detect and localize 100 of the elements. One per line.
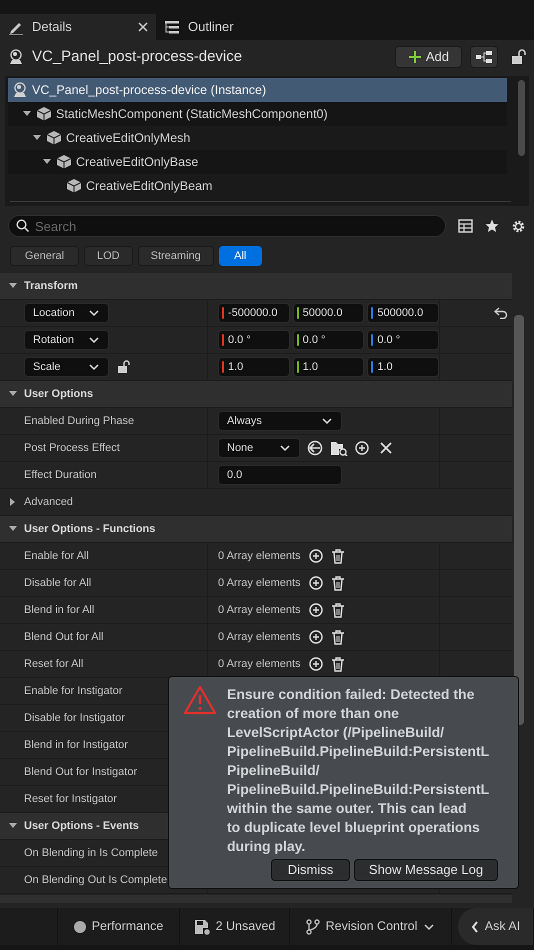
trash-icon[interactable]	[330, 656, 345, 672]
transform-mode-dropdown[interactable]: Scale	[24, 357, 109, 377]
property-label: Reset for All	[24, 656, 84, 672]
settings-icon[interactable]	[511, 218, 526, 234]
array-count: 0 Array elements	[218, 602, 301, 618]
search-icon	[16, 219, 29, 232]
lock-icon[interactable]	[510, 49, 526, 65]
array-count: 0 Array elements	[218, 576, 301, 591]
close-icon[interactable]	[138, 22, 148, 32]
section-header[interactable]: User Options	[0, 381, 512, 408]
array-count: 0 Array elements	[218, 548, 301, 564]
asset-picker[interactable]: None	[218, 438, 300, 458]
tree-label: CreativeEditOnlyBase	[76, 154, 198, 171]
property-label: Disable for Instigator	[24, 710, 125, 726]
caret-icon	[423, 922, 436, 932]
chevron-down-icon	[88, 308, 100, 318]
chevron-down-icon	[88, 362, 100, 372]
status-bar-button[interactable]: Revision Control	[290, 908, 452, 945]
chevron-down-icon	[321, 416, 333, 426]
number-field[interactable]: 0.0 °	[218, 330, 290, 350]
transform-mode-dropdown[interactable]: Rotation	[24, 330, 109, 350]
panel-tab[interactable]: Outliner	[156, 14, 256, 40]
status-bar-button[interactable]: Ask AI	[458, 908, 534, 945]
list-icon	[164, 19, 180, 35]
property-label: Blend Out for Instigator	[24, 764, 138, 780]
scrollbar-thumb[interactable]	[518, 80, 525, 156]
dropdown-field[interactable]: Always	[218, 411, 342, 431]
property-label: On Blending in Is Complete	[24, 846, 158, 861]
table-icon[interactable]	[458, 219, 473, 233]
toast-button[interactable]: Dismiss	[271, 859, 350, 881]
status-bar-button[interactable]: Performance	[58, 908, 180, 945]
toast-button[interactable]: Show Message Log	[354, 859, 498, 881]
tree-row[interactable]: VC_Panel_post-process-device (Instance)	[8, 78, 507, 102]
add-icon[interactable]	[308, 576, 323, 590]
add-button[interactable]: Add	[394, 46, 462, 68]
actor-name: VC_Panel_post-process-device	[32, 46, 244, 67]
star-icon[interactable]	[485, 219, 499, 233]
add-icon[interactable]	[308, 549, 323, 563]
filter-tab[interactable]: Streaming	[138, 246, 214, 266]
number-field[interactable]: 1.0	[292, 357, 364, 377]
transform-mode-dropdown[interactable]: Location	[24, 303, 109, 323]
plus-icon	[408, 50, 422, 64]
notification-message: Ensure condition failed: Detected the creation of more than one LevelScriptActor (/PipelineBuild/ PipelineBuild.PipelineBuild:PersistentL PipelineBuild/ PipelineBuild.PipelineBuild:PersistentL within the same outer. This can lead to duplicate level blueprint operations during play.	[227, 685, 490, 856]
number-field[interactable]: 0.0	[218, 465, 342, 485]
number-field[interactable]: -500000.0	[218, 303, 290, 323]
array-count: 0 Array elements	[218, 630, 301, 645]
section-header[interactable]: User Options - Functions	[0, 516, 512, 543]
add-icon[interactable]	[308, 603, 323, 617]
actor-icon	[12, 82, 28, 98]
add-icon[interactable]	[355, 441, 369, 455]
number-field[interactable]: 1.0	[218, 357, 290, 377]
trash-icon[interactable]	[330, 630, 345, 644]
number-field[interactable]: 500000.0	[367, 303, 440, 323]
number-field[interactable]: 0.0 °	[367, 330, 440, 350]
property-label: Blend Out for All	[24, 630, 104, 645]
property-label: Effect Duration	[24, 468, 97, 483]
property-label: Blend in for Instigator	[24, 738, 128, 753]
advanced-group-row[interactable]: Advanced	[0, 489, 512, 515]
filter-tab[interactable]: LOD	[84, 246, 133, 266]
panel-tab[interactable]: Details	[0, 14, 156, 40]
add-icon[interactable]	[308, 657, 323, 671]
number-field[interactable]: 50000.0	[292, 303, 364, 323]
chevron-down-icon	[279, 443, 291, 453]
property-label: Enable for Instigator	[24, 684, 122, 699]
tree-label: CreativeEditOnlyMesh	[66, 130, 190, 147]
section-header[interactable]: Transform	[0, 273, 512, 300]
close-icon[interactable]	[380, 442, 392, 454]
tree-row[interactable]: CreativeEditOnlyBase	[8, 150, 507, 174]
property-label: Enabled During Phase	[24, 414, 134, 429]
property-label: Post Process Effect	[24, 440, 120, 456]
cube-icon	[46, 130, 62, 146]
actor-icon	[8, 49, 24, 65]
trash-icon[interactable]	[330, 548, 345, 564]
property-label: Blend in for All	[24, 602, 94, 618]
cube-icon	[36, 106, 52, 122]
chevron-left-icon	[470, 920, 479, 932]
tree-label: CreativeEditOnlyBeam	[86, 178, 212, 195]
use-selected-icon[interactable]	[307, 440, 323, 456]
search-field[interactable]: Search	[8, 215, 446, 237]
array-count: 0 Array elements	[218, 656, 301, 672]
reset-arrow-icon[interactable]	[494, 307, 508, 319]
lock-icon[interactable]	[117, 360, 131, 374]
trash-icon[interactable]	[330, 576, 345, 590]
tree-row[interactable]: StaticMeshComponent (StaticMeshComponent0)	[8, 102, 507, 126]
status-bar-button[interactable]: 2 Unsaved	[180, 908, 290, 945]
trash-icon[interactable]	[330, 602, 345, 618]
branch-icon	[306, 918, 320, 934]
scrollbar-thumb[interactable]	[514, 315, 524, 725]
add-icon[interactable]	[308, 630, 323, 644]
hierarchy-button[interactable]	[470, 46, 498, 68]
circle-icon	[74, 920, 86, 932]
number-field[interactable]: 1.0	[367, 357, 440, 377]
filter-tab[interactable]: All	[218, 246, 262, 266]
hierarchy-icon	[476, 51, 492, 63]
tree-label: StaticMeshComponent (StaticMeshComponent0)	[56, 106, 328, 123]
browse-folder-icon[interactable]	[330, 440, 348, 456]
filter-tab[interactable]: General	[10, 246, 79, 266]
save-icon	[194, 918, 210, 934]
number-field[interactable]: 0.0 °	[292, 330, 364, 350]
property-label: On Blending Out Is Complete	[24, 872, 168, 888]
